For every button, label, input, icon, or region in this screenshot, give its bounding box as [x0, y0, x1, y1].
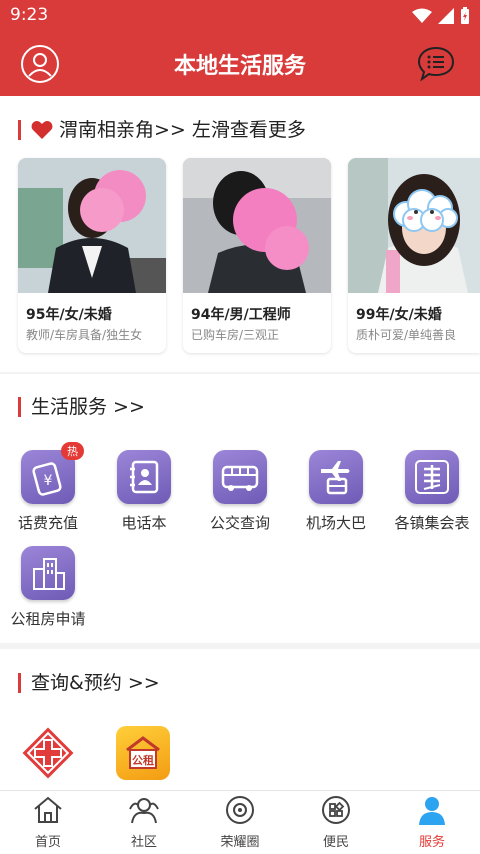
community-icon	[129, 798, 159, 824]
card-title: 94年/男/工程师	[191, 307, 291, 323]
service-icon-wrap	[405, 450, 459, 504]
service-phone-recharge[interactable]: ¥ 热 话费充值	[0, 442, 96, 533]
svg-text:¥: ¥	[44, 473, 53, 489]
section-divider	[0, 372, 480, 374]
match-card[interactable]: 95年/女/未婚 教师/车房具备/独生女	[18, 158, 166, 353]
wifi-icon	[412, 8, 432, 23]
booking-public-rental[interactable]: 公租	[116, 726, 172, 782]
card-subtitle: 教师/车房具备/独生女	[26, 328, 143, 342]
service-phonebook[interactable]: 电话本	[96, 450, 192, 533]
booking-section-title[interactable]: 查询&预约 >>	[18, 673, 160, 693]
service-town-market[interactable]: 各镇集会表	[384, 450, 480, 533]
match-card[interactable]: 94年/男/工程师 已购车房/三观正	[183, 158, 331, 353]
match-card[interactable]: 99年/女/未婚 质朴可爱/单纯善良	[348, 158, 480, 353]
status-time: 9:23	[10, 5, 49, 25]
service-bus-query[interactable]: 公交查询	[192, 450, 288, 533]
match-title-text: 渭南相亲角>> 左滑查看更多	[59, 119, 306, 141]
tab-honor-circle[interactable]: 荣耀圈	[192, 795, 288, 850]
hot-badge: 热	[61, 442, 84, 460]
message-button[interactable]	[416, 44, 456, 84]
profile-photo	[348, 158, 480, 293]
service-icon-wrap	[213, 450, 267, 504]
tab-convenience[interactable]: 便民	[288, 795, 384, 850]
contacts-book-icon	[130, 460, 159, 494]
card-subtitle: 已购车房/三观正	[191, 328, 280, 342]
tab-label: 便民	[322, 835, 349, 850]
home-icon	[34, 796, 62, 823]
service-public-housing[interactable]: 公租房申请	[0, 546, 96, 629]
tab-label: 服务	[418, 835, 445, 850]
bus-icon	[221, 465, 259, 491]
tab-label: 社区	[130, 835, 157, 850]
card-title: 99年/女/未婚	[356, 307, 442, 323]
signal-icon	[438, 8, 454, 24]
hospital-cross-icon	[22, 727, 74, 779]
tab-services[interactable]: 服务	[384, 795, 480, 850]
profile-photo	[18, 158, 166, 293]
honor-circle-icon	[226, 796, 254, 824]
service-label: 电话本	[121, 514, 167, 532]
message-icon	[417, 46, 455, 82]
service-airport-bus[interactable]: 机场大巴	[288, 450, 384, 533]
card-title: 95年/女/未婚	[26, 307, 112, 323]
service-icon-wrap	[309, 450, 363, 504]
tab-home[interactable]: 首页	[0, 795, 96, 850]
tab-label: 荣耀圈	[220, 835, 260, 850]
service-label: 公交查询	[209, 514, 270, 532]
buildings-icon	[33, 558, 65, 590]
bottom-tab-bar: 首页 社区 荣耀圈 便民 服务	[0, 790, 480, 854]
match-section-title[interactable]: 渭南相亲角>> 左滑查看更多	[18, 120, 306, 140]
status-bar: 9:23	[0, 0, 480, 32]
service-label: 机场大巴	[305, 514, 366, 532]
service-label: 各镇集会表	[394, 514, 470, 532]
life-section-title[interactable]: 生活服务 >>	[18, 397, 145, 417]
profile-photo	[183, 158, 331, 293]
service-icon-wrap	[117, 450, 171, 504]
person-icon	[419, 797, 445, 825]
service-icon-wrap	[21, 546, 75, 600]
tab-community[interactable]: 社区	[96, 795, 192, 850]
grid-icon	[322, 796, 350, 824]
airport-bus-icon	[321, 461, 350, 495]
ji-market-icon	[415, 460, 449, 494]
section-divider	[0, 643, 480, 649]
status-icons	[412, 7, 470, 25]
booking-hospital[interactable]	[20, 725, 76, 781]
public-housing-icon: 公租	[116, 726, 170, 780]
service-icon-wrap: ¥ 热	[21, 442, 84, 504]
service-label: 话费充值	[17, 514, 78, 532]
page-title: 本地生活服务	[173, 54, 306, 79]
battery-icon	[461, 7, 469, 24]
tab-label: 首页	[34, 835, 61, 850]
app-header: 本地生活服务	[0, 32, 480, 96]
service-label: 公租房申请	[10, 610, 86, 628]
public-housing-text: 公租	[132, 754, 154, 767]
phone-yuan-icon: ¥	[32, 462, 62, 496]
heart-icon	[31, 121, 53, 139]
card-subtitle: 质朴可爱/单纯善良	[356, 328, 457, 342]
